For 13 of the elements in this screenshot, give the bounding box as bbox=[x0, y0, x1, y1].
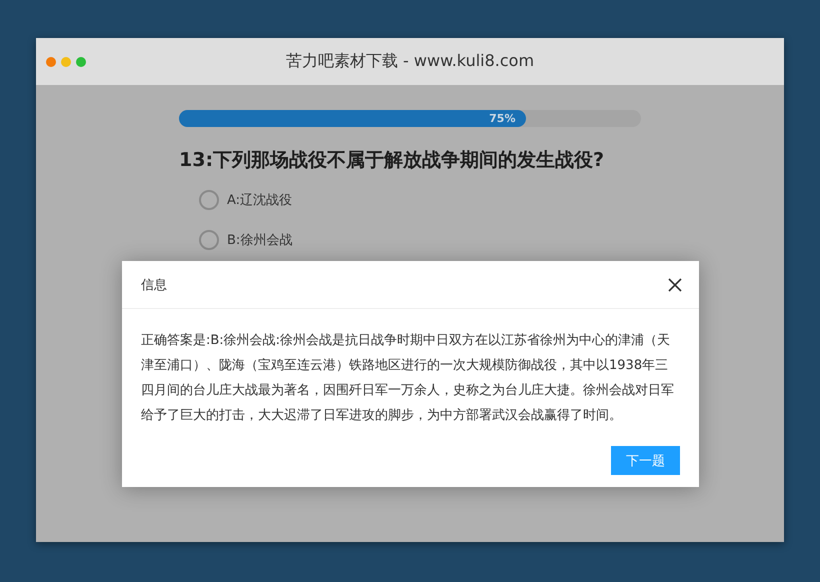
dialog-title: 信息 bbox=[141, 276, 167, 294]
maximize-dot-icon[interactable] bbox=[76, 56, 86, 66]
option-label[interactable]: A:辽沈战役 bbox=[227, 191, 292, 209]
minimize-dot-icon[interactable] bbox=[61, 56, 71, 66]
progress-label: 75% bbox=[489, 112, 516, 125]
close-icon[interactable] bbox=[667, 276, 683, 292]
radio-button[interactable] bbox=[199, 190, 219, 210]
window-title: 苦力吧素材下载 - www.kuli8.com bbox=[286, 51, 534, 72]
option-label[interactable]: B:徐州会战 bbox=[227, 231, 292, 249]
answer-explanation: 正确答案是:B:徐州会战:徐州会战是抗日战争时期中日双方在以江苏省徐州为中心的津浦（天津至浦口）、陇海（宝鸡至连云港）铁路地区进行的一次大规模防御战役，其中以1938年三四月间的台儿庄大战最为著名，因围歼日军一万余人，史称之为台儿庄大捷。徐州会战对日军给予了巨大的打击，大大迟滞了日军进攻的脚步，为中方部署武汉会战赢得了时间。 bbox=[140, 332, 675, 425]
question-text: 13:下列那场战役不属于解放战争期间的发生战役? bbox=[179, 148, 606, 173]
close-dot-icon[interactable] bbox=[46, 56, 56, 66]
radio-button[interactable] bbox=[199, 230, 219, 250]
